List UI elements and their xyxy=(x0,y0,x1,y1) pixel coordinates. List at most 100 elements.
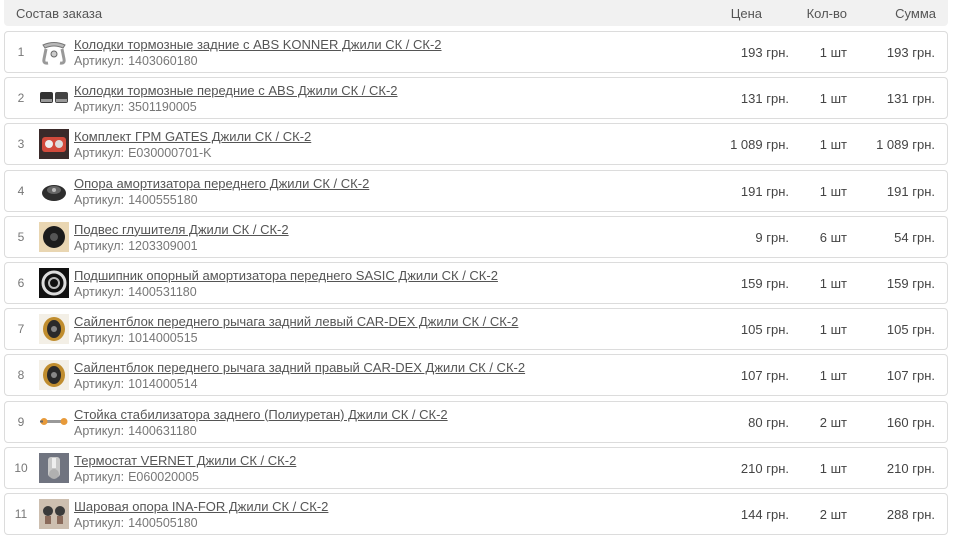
item-title-link[interactable]: Термостат VERNET Джили СК / СК-2 xyxy=(74,453,296,468)
order-item-row: 11 Шаровая опора INA-FOR Джили СК / СК-2 А… xyxy=(4,492,948,535)
item-price: 193 грн. xyxy=(740,45,789,60)
item-number: 10 xyxy=(14,460,28,475)
item-price: 210 грн. xyxy=(740,460,789,476)
article-label: Артикул: xyxy=(74,238,125,253)
item-number: 3 xyxy=(17,137,25,152)
item-sum: 131 грн. xyxy=(886,91,935,107)
stabilizer-link-icon[interactable] xyxy=(39,407,69,437)
item-title-link[interactable]: Колодки тормозные задние с ABS KONNER Дж… xyxy=(74,37,442,52)
muffler-hanger-icon[interactable] xyxy=(39,221,69,252)
item-number: 6 xyxy=(17,275,25,290)
order-item-row: 3 Комплект ГРМ GATES Джили СК / СК-2 Артик… xyxy=(4,123,948,166)
item-title-link[interactable]: Сайлентблок переднего рычага задний прав… xyxy=(74,360,525,375)
item-title-link[interactable]: Колодки тормозные передние с ABS Джили С… xyxy=(74,83,398,98)
article-value: 1400631180 xyxy=(128,423,197,438)
item-sum: 159 грн. xyxy=(886,275,935,291)
article-value: E030000701-K xyxy=(128,146,212,161)
item-price: 159 грн. xyxy=(740,275,789,291)
item-article: Артикул: 1203309001 xyxy=(74,239,198,253)
item-sum: 107 грн. xyxy=(886,368,935,384)
item-title-link[interactable]: Сайлентблок переднего рычага задний левы… xyxy=(74,314,518,329)
item-article: Артикул: 1014000515 xyxy=(74,331,198,345)
article-value: 1014000514 xyxy=(128,377,198,392)
item-quantity: 2 шт xyxy=(819,414,847,430)
item-title-link[interactable]: Стойка стабилизатора заднего (Полиуретан… xyxy=(74,407,448,422)
order-contents-heading: Состав заказа xyxy=(16,6,103,21)
order-item-row: 9 Стойка стабилизатора заднего (Полиурета… xyxy=(4,400,948,443)
quantity-column-header: Кол-во xyxy=(806,6,847,21)
bearing-icon[interactable] xyxy=(39,267,69,298)
item-quantity: 1 шт xyxy=(819,368,847,384)
strut-mount-icon[interactable] xyxy=(39,176,69,206)
article-value: 1400531180 xyxy=(128,284,197,299)
article-label: Артикул: xyxy=(74,284,125,299)
article-label: Артикул: xyxy=(74,377,125,392)
item-number: 2 xyxy=(17,91,25,106)
item-quantity: 1 шт xyxy=(819,460,847,476)
order-item-row: 1 Колодки тормозные задние с ABS KONNER Д… xyxy=(4,31,948,73)
article-value: 1403060180 xyxy=(128,54,198,68)
item-number: 7 xyxy=(17,322,25,337)
order-item-row: 6 Подшипник опорный амортизатора переднег… xyxy=(4,261,948,304)
timing-kit-icon[interactable] xyxy=(39,129,69,160)
brake-bracket-icon[interactable] xyxy=(39,37,69,67)
thermostat-icon[interactable] xyxy=(39,452,69,483)
order-item-row: 10 Термостат VERNET Джили СК / СК-2 Артику… xyxy=(4,446,948,489)
item-quantity: 2 шт xyxy=(819,506,847,522)
article-label: Артикул: xyxy=(74,54,125,68)
article-value: E060020005 xyxy=(128,469,199,484)
item-price: 105 грн. xyxy=(740,322,789,338)
item-article: Артикул: 1014000514 xyxy=(74,377,198,391)
item-sum: 54 грн. xyxy=(894,229,935,245)
silent-block-icon[interactable] xyxy=(39,314,69,345)
item-sum: 191 грн. xyxy=(886,183,935,199)
item-title-link[interactable]: Комплект ГРМ GATES Джили СК / СК-2 xyxy=(74,129,311,144)
article-value: 1203309001 xyxy=(128,238,198,253)
item-article: Артикул: 1400631180 xyxy=(74,424,197,438)
order-table-header: Состав заказа Цена Кол-во Сумма xyxy=(4,0,948,26)
item-quantity: 1 шт xyxy=(819,137,847,153)
item-article: Артикул: 1400531180 xyxy=(74,285,197,299)
brake-pads-icon[interactable] xyxy=(39,83,69,113)
item-sum: 160 грн. xyxy=(886,414,935,430)
article-label: Артикул: xyxy=(74,515,125,530)
item-number: 4 xyxy=(17,183,25,198)
article-label: Артикул: xyxy=(74,192,125,207)
article-value: 1400505180 xyxy=(128,515,198,530)
sum-column-header: Сумма xyxy=(895,6,936,21)
item-number: 5 xyxy=(17,229,25,244)
order-items-list: 1 Колодки тормозные задние с ABS KONNER Д… xyxy=(4,31,948,539)
article-label: Артикул: xyxy=(74,146,125,161)
item-number: 11 xyxy=(14,506,28,521)
order-item-row: 5 Подвес глушителя Джили СК / СК-2 Артикул… xyxy=(4,215,948,258)
item-quantity: 1 шт xyxy=(819,91,847,107)
item-price: 9 грн. xyxy=(755,229,789,245)
order-item-row: 2 Колодки тормозные передние с ABS Джили … xyxy=(4,77,948,120)
ball-joint-icon[interactable] xyxy=(39,498,69,529)
item-number: 1 xyxy=(17,45,25,59)
article-label: Артикул: xyxy=(74,469,125,484)
item-quantity: 1 шт xyxy=(819,322,847,338)
item-number: 8 xyxy=(17,368,25,383)
article-value: 1014000515 xyxy=(128,331,198,346)
article-value: 1400555180 xyxy=(128,192,198,207)
article-label: Артикул: xyxy=(74,331,125,346)
item-title-link[interactable]: Подшипник опорный амортизатора переднего… xyxy=(74,268,498,283)
item-article: Артикул: 1400555180 xyxy=(74,193,198,207)
item-title-link[interactable]: Подвес глушителя Джили СК / СК-2 xyxy=(74,222,289,237)
price-column-header: Цена xyxy=(730,6,762,21)
article-label: Артикул: xyxy=(74,100,125,115)
item-article: Артикул: 1400505180 xyxy=(74,516,198,530)
silent-block-icon[interactable] xyxy=(39,360,69,391)
item-quantity: 1 шт xyxy=(819,45,847,60)
item-title-link[interactable]: Шаровая опора INA-FOR Джили СК / СК-2 xyxy=(74,499,328,514)
item-price: 191 грн. xyxy=(740,183,789,199)
item-price: 80 грн. xyxy=(748,414,789,430)
item-number: 9 xyxy=(17,414,25,429)
item-quantity: 6 шт xyxy=(819,229,847,245)
item-title-link[interactable]: Опора амортизатора переднего Джили СК / … xyxy=(74,176,369,191)
item-article: Артикул: 1403060180 xyxy=(74,54,198,68)
item-quantity: 1 шт xyxy=(819,275,847,291)
article-label: Артикул: xyxy=(74,423,125,438)
item-article: Артикул: E060020005 xyxy=(74,470,199,484)
